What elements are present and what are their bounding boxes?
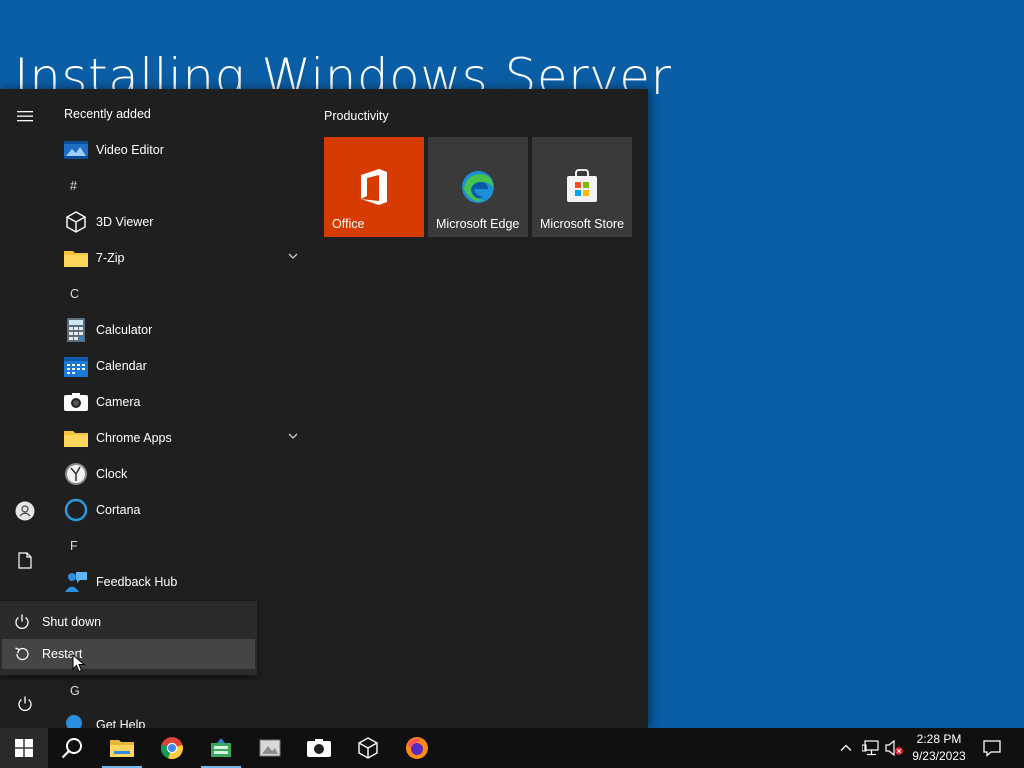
- app-item-calendar[interactable]: Calendar: [50, 348, 308, 384]
- feedback-hub-icon: [64, 570, 88, 594]
- account-button[interactable]: [0, 493, 50, 529]
- camera-icon: [64, 390, 88, 414]
- taskbar-app-spreadsheet[interactable]: [197, 728, 245, 768]
- app-item-video-editor[interactable]: Video Editor: [50, 132, 308, 168]
- network-status-button[interactable]: [860, 728, 882, 768]
- tile-microsoft-edge[interactable]: Microsoft Edge: [428, 137, 528, 237]
- calendar-icon: [64, 354, 88, 378]
- group-header-hash[interactable]: #: [50, 168, 308, 204]
- photos-icon: [259, 739, 281, 757]
- 3d-viewer-icon: [64, 210, 88, 234]
- power-icon: [18, 696, 32, 711]
- user-account-icon: [15, 501, 35, 521]
- taskbar-photos[interactable]: [246, 728, 294, 768]
- tile-office[interactable]: Office: [324, 137, 424, 237]
- notification-icon: [983, 740, 1001, 757]
- chrome-icon: [160, 737, 183, 760]
- task-app-icon: [211, 738, 231, 757]
- documents-button[interactable]: [0, 542, 50, 578]
- folder-icon: [64, 246, 88, 270]
- volume-muted-icon: [885, 740, 903, 756]
- tile-microsoft-store[interactable]: Microsoft Store: [532, 137, 632, 237]
- app-item-7zip[interactable]: 7-Zip: [50, 240, 308, 276]
- cortana-icon: [64, 498, 88, 522]
- group-header-f[interactable]: F: [50, 528, 308, 564]
- group-header-g[interactable]: G: [50, 673, 308, 709]
- taskbar-camera[interactable]: [295, 728, 343, 768]
- chevron-down-icon[interactable]: [288, 432, 298, 440]
- tiles-group-header[interactable]: Productivity: [324, 109, 389, 123]
- clock-date: 9/23/2023: [912, 749, 966, 763]
- video-editor-icon: [64, 138, 88, 162]
- network-icon: [862, 740, 879, 756]
- folder-icon: [64, 426, 88, 450]
- file-explorer-icon: [110, 740, 134, 757]
- clock-time: 2:28 PM: [916, 732, 962, 746]
- taskbar-firefox[interactable]: [393, 728, 441, 768]
- office-icon: [361, 169, 387, 205]
- app-item-cortana[interactable]: Cortana: [50, 492, 308, 528]
- search-icon: [61, 738, 82, 759]
- taskbar: 2:28 PM 9/23/2023: [0, 728, 1024, 768]
- show-hidden-icons-button[interactable]: [836, 728, 856, 768]
- shut-down-menu-item[interactable]: Shut down: [2, 607, 255, 637]
- app-item-3d-viewer[interactable]: 3D Viewer: [50, 204, 308, 240]
- chevron-up-icon: [840, 744, 852, 751]
- group-header-c[interactable]: C: [50, 276, 308, 312]
- app-item-clock[interactable]: Clock: [50, 456, 308, 492]
- 3d-viewer-icon: [358, 737, 378, 759]
- edge-icon: [462, 171, 494, 203]
- power-options-menu: Shut down Restart: [0, 601, 257, 675]
- app-item-chrome-apps[interactable]: Chrome Apps: [50, 420, 308, 456]
- app-item-calculator[interactable]: Calculator: [50, 312, 308, 348]
- clock-icon: [64, 462, 88, 486]
- calculator-icon: [64, 318, 88, 342]
- recently-added-header: Recently added: [64, 107, 151, 121]
- chevron-down-icon[interactable]: [288, 252, 298, 260]
- taskbar-file-explorer[interactable]: [98, 728, 146, 768]
- taskbar-chrome[interactable]: [148, 728, 196, 768]
- action-center-button[interactable]: [976, 728, 1008, 768]
- store-icon: [567, 169, 597, 202]
- windows-logo-icon: [15, 739, 33, 757]
- start-button[interactable]: [0, 728, 48, 768]
- hamburger-icon: [17, 111, 33, 122]
- volume-button[interactable]: [883, 728, 905, 768]
- hamburger-menu-button[interactable]: [0, 98, 50, 134]
- taskbar-clock[interactable]: 2:28 PM 9/23/2023: [906, 731, 972, 765]
- app-item-camera[interactable]: Camera: [50, 384, 308, 420]
- app-item-feedback-hub[interactable]: Feedback Hub: [50, 564, 308, 600]
- restart-icon: [2, 646, 42, 662]
- camera-icon: [307, 739, 331, 757]
- firefox-icon: [406, 737, 428, 759]
- document-icon: [18, 551, 32, 569]
- power-icon: [2, 614, 42, 630]
- taskbar-3d-viewer[interactable]: [344, 728, 392, 768]
- power-button[interactable]: [0, 686, 50, 722]
- app-item-get-help[interactable]: Get Help: [50, 707, 308, 728]
- get-help-icon: [64, 713, 88, 728]
- search-button[interactable]: [48, 728, 96, 768]
- mouse-cursor-icon: [72, 654, 86, 673]
- restart-menu-item[interactable]: Restart: [2, 639, 255, 669]
